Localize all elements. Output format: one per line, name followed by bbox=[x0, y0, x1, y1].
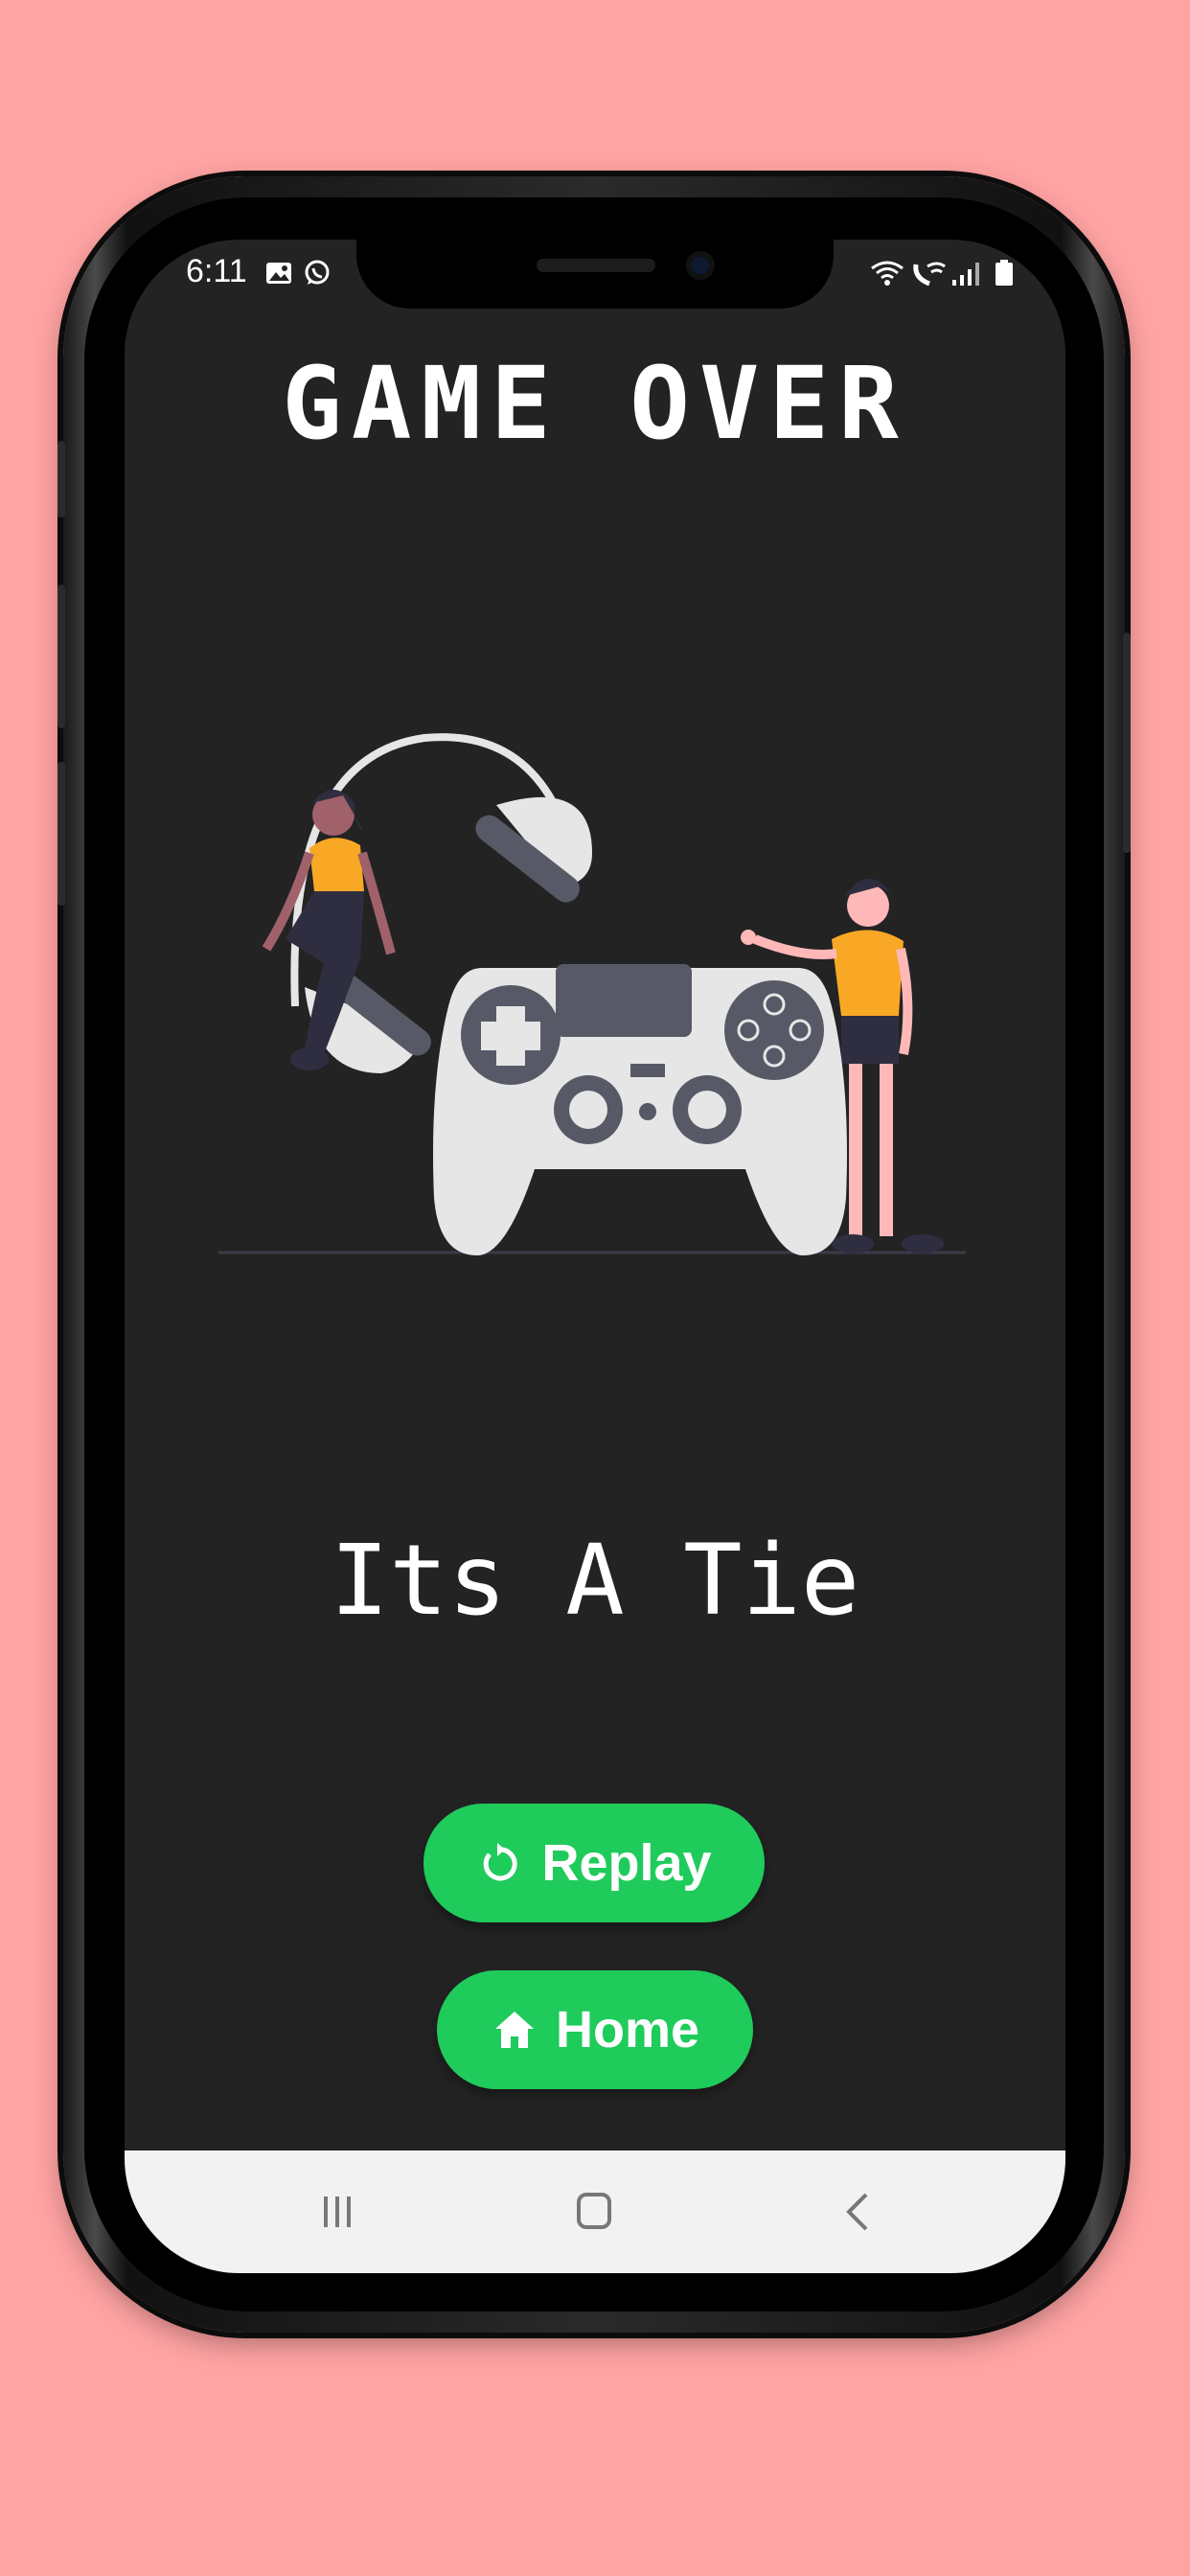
signal-icon bbox=[952, 263, 979, 286]
home-nav-icon[interactable] bbox=[565, 2187, 623, 2237]
gaming-illustration bbox=[218, 733, 966, 1255]
image-icon bbox=[266, 263, 291, 284]
replay-button[interactable]: Replay bbox=[423, 1804, 765, 1922]
recent-apps-icon[interactable] bbox=[309, 2187, 366, 2237]
app-screen: 6:11 GAME OVER Its A Tie Replay Home bbox=[125, 240, 1065, 2273]
battery-icon bbox=[995, 260, 1013, 286]
whatsapp-icon bbox=[305, 260, 330, 285]
side-button bbox=[1123, 632, 1131, 853]
wifi-icon bbox=[871, 261, 904, 286]
status-time: 6:11 bbox=[186, 253, 247, 289]
replay-icon bbox=[484, 1843, 518, 1881]
speaker-grille bbox=[537, 259, 655, 272]
wifi-calling-icon bbox=[913, 262, 946, 287]
camera-notch bbox=[356, 240, 834, 309]
result-text: Its A Tie bbox=[330, 1524, 860, 1638]
side-button bbox=[57, 762, 65, 906]
system-nav-bar bbox=[125, 2150, 1065, 2273]
side-button bbox=[57, 585, 65, 728]
front-camera bbox=[686, 251, 715, 280]
home-icon bbox=[494, 2012, 534, 2048]
back-icon[interactable] bbox=[830, 2187, 887, 2237]
side-button bbox=[57, 441, 65, 518]
game-over-title: GAME OVER bbox=[282, 345, 908, 462]
replay-label: Replay bbox=[541, 1834, 712, 1892]
home-label: Home bbox=[555, 2001, 700, 2058]
home-button[interactable]: Home bbox=[437, 1970, 753, 2089]
